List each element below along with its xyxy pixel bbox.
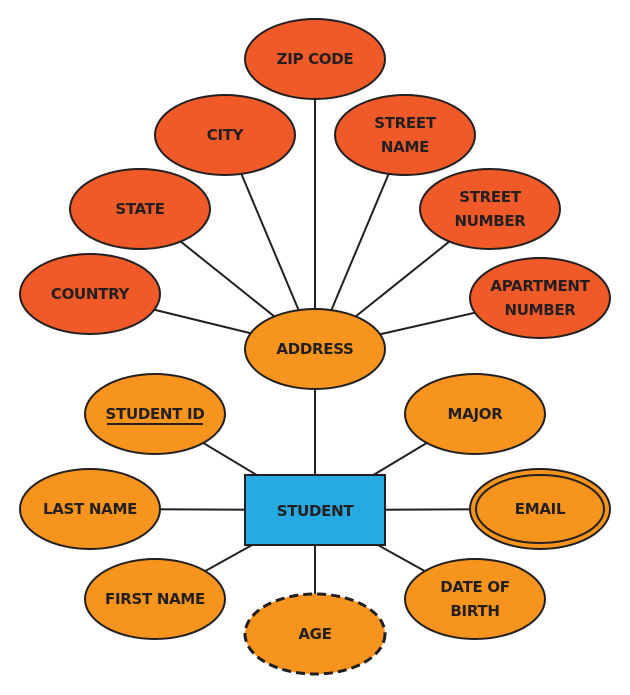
attribute-ellipse	[404, 558, 546, 640]
attribute-label: NUMBER	[454, 212, 526, 230]
attribute-label: DATE OF	[440, 578, 510, 596]
attribute-label: STREET	[459, 188, 522, 206]
attribute-label: FIRST NAME	[105, 590, 205, 608]
attribute-label: NUMBER	[504, 301, 576, 319]
attribute-label: MAJOR	[448, 405, 504, 423]
attribute-date-of-birth[interactable]: DATE OF BIRTH	[404, 558, 546, 640]
attribute-age[interactable]: AGE	[243, 592, 387, 676]
er-diagram: ZIP CODECITYSTATECOUNTRYSTREETNAMESTREET…	[19, 18, 611, 676]
attribute-ellipse	[334, 94, 476, 176]
attribute-ellipse	[419, 168, 561, 250]
attribute-major[interactable]: MAJOR	[404, 373, 546, 455]
attribute-label: EMAIL	[515, 500, 566, 518]
attribute-apartment-number[interactable]: APARTMENT NUMBER	[469, 257, 611, 339]
attribute-label: ADDRESS	[276, 340, 353, 358]
attribute-label: STUDENT ID	[106, 405, 205, 423]
attribute-label: APARTMENT	[490, 277, 590, 295]
attribute-city[interactable]: CITY	[154, 94, 296, 176]
attribute-street-number[interactable]: STREET NUMBER	[419, 168, 561, 250]
attribute-label: STREET	[374, 114, 437, 132]
attribute-zip-code[interactable]: ZIP CODE	[244, 18, 386, 100]
attribute-label: ZIP CODE	[277, 50, 354, 68]
attribute-label: BIRTH	[450, 602, 499, 620]
attribute-country[interactable]: COUNTRY	[19, 253, 161, 335]
attribute-label: NAME	[381, 138, 429, 156]
attribute-email[interactable]: EMAIL	[469, 468, 611, 550]
attribute-ellipse	[469, 257, 611, 339]
attribute-label: COUNTRY	[51, 285, 131, 303]
attribute-student-id[interactable]: STUDENT ID	[84, 373, 226, 455]
attribute-last-name[interactable]: LAST NAME	[19, 468, 161, 550]
attribute-state[interactable]: STATE	[69, 168, 211, 250]
attribute-first-name[interactable]: FIRST NAME	[84, 558, 226, 640]
attribute-label: LAST NAME	[43, 500, 137, 518]
attribute-label: AGE	[298, 625, 331, 643]
attribute-label: CITY	[207, 126, 245, 144]
attribute-label: STATE	[115, 200, 164, 218]
entity-label: STUDENT	[277, 502, 355, 520]
attribute-street-name[interactable]: STREET NAME	[334, 94, 476, 176]
entity-student[interactable]: STUDENT	[244, 474, 386, 546]
composite-attribute-address[interactable]: ADDRESS	[244, 308, 386, 390]
